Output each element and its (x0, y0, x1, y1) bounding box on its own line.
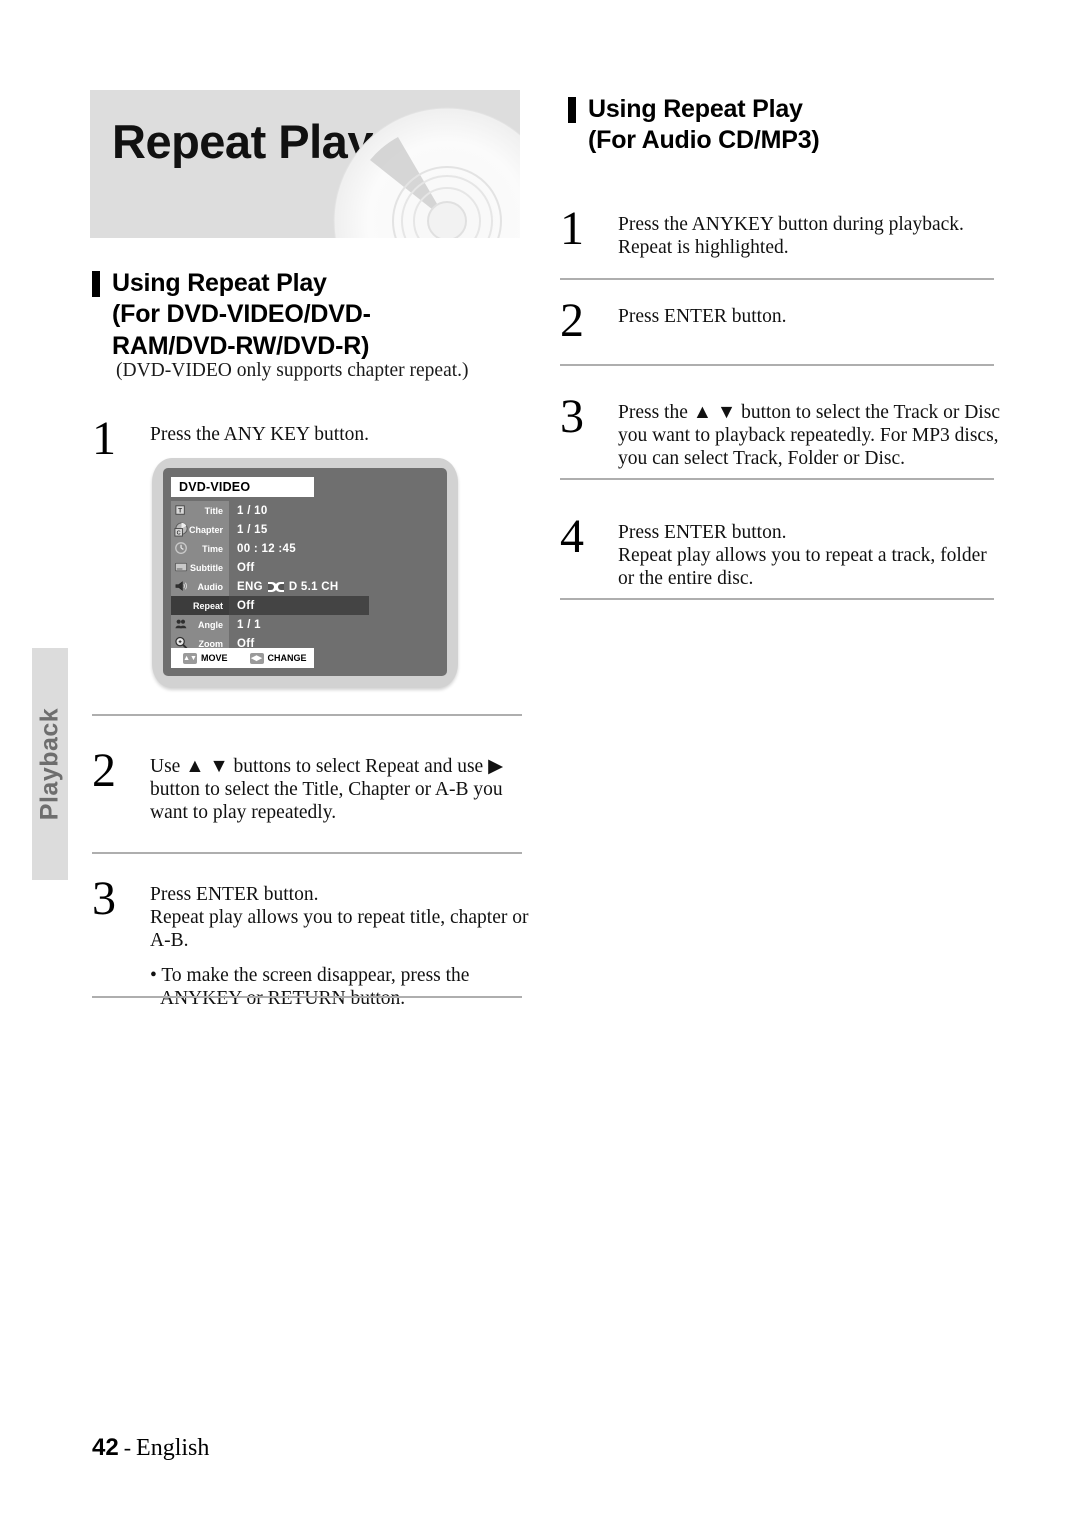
chapter-icon: C (174, 522, 188, 537)
tv-screen: DVD-VIDEO T Title 1 / 10 C Chapter 1 / 1… (163, 468, 447, 676)
right-divider-3 (560, 478, 994, 480)
osd-value-audio-format: D 5.1 CH (288, 580, 339, 593)
dolby-digital-icon (267, 581, 285, 593)
left-heading-line1: Using Repeat Play (112, 269, 327, 297)
right-heading-line2: (For Audio CD/MP3) (588, 126, 820, 155)
left-step-3-bullet: • To make the screen disappear, press th… (150, 965, 470, 1010)
osd-value-title: 1 / 10 (237, 504, 268, 517)
left-step-2-number: 2 (92, 744, 116, 797)
osd-row-angle[interactable]: Angle 1 / 1 (171, 615, 439, 634)
right-divider-2 (560, 364, 994, 366)
heading-marker-icon (92, 271, 100, 297)
right-step-2: 2 Press ENTER button. (560, 294, 1000, 347)
svg-text:T: T (178, 507, 182, 514)
osd-disc-type: DVD-VIDEO (171, 477, 314, 497)
osd-value-chapter: 1 / 15 (237, 523, 268, 536)
right-section-heading: Using Repeat Play (For Audio CD/MP3) (568, 94, 988, 157)
left-step-3-number: 3 (92, 872, 116, 925)
right-heading-line1: Using Repeat Play (588, 95, 803, 123)
osd-legend: ▲▼ MOVE ◀▶ CHANGE (171, 648, 314, 668)
right-step-3: 3 Press the ▲ ▼ button to select the Tra… (560, 390, 1000, 470)
osd-legend-move-label: MOVE (201, 653, 228, 663)
angle-icon (175, 619, 187, 629)
osd-screenshot: DVD-VIDEO T Title 1 / 10 C Chapter 1 / 1… (152, 458, 458, 688)
osd-value-subtitle: Off (237, 561, 255, 574)
osd-label-zoom: Zoom (198, 638, 224, 649)
osd-label-time: Time (202, 543, 223, 554)
title-icon: T (175, 505, 185, 515)
right-step-4-number: 4 (560, 510, 584, 563)
left-divider-3 (92, 996, 522, 998)
osd-value-angle: 1 / 1 (237, 618, 261, 631)
footer-page-number: 42 (92, 1434, 119, 1461)
updown-arrows-icon: ▲▼ (183, 652, 197, 664)
osd-row-audio[interactable]: Audio ENG D 5.1 CH (171, 577, 439, 596)
heading-marker-icon (568, 97, 576, 123)
left-step-1-text: Press the ANY KEY button. (150, 424, 370, 445)
left-section-heading: Using Repeat Play (For DVD-VIDEO/DVD-RAM… (92, 268, 492, 362)
right-step-4: 4 Press ENTER button. Repeat play allows … (560, 510, 1000, 590)
osd-row-repeat[interactable]: Repeat Off (171, 596, 439, 615)
osd-label-angle: Angle (197, 619, 223, 630)
osd-value-audio-lang: ENG (237, 580, 263, 593)
right-step-1-number: 1 (560, 202, 584, 255)
right-step-1-text: Press the ANYKEY button during playback.… (618, 214, 964, 258)
left-step-3-text: Press ENTER button. Repeat play allows yo… (150, 884, 529, 951)
right-step-3-text: Press the ▲ ▼ button to select the Track… (618, 402, 1000, 469)
footer-separator: - (123, 1435, 132, 1460)
osd-row-list: T Title 1 / 10 C Chapter 1 / 15 Time 00 … (171, 501, 439, 653)
osd-label-subtitle: Subtitle (190, 562, 223, 573)
leftright-arrows-icon: ◀▶ (249, 652, 264, 664)
osd-row-time[interactable]: Time 00 : 12 :45 (171, 539, 439, 558)
compact-disc-icon (333, 107, 520, 238)
page-banner: Repeat Play (90, 90, 520, 238)
osd-value-time: 00 : 12 :45 (237, 542, 296, 555)
right-step-2-text: Press ENTER button. (618, 306, 787, 327)
right-step-4-text: Press ENTER button. Repeat play allows yo… (618, 522, 987, 589)
osd-legend-move: ▲▼ MOVE (183, 652, 228, 664)
right-step-2-number: 2 (560, 294, 584, 347)
right-divider-4 (560, 598, 994, 600)
left-heading-line2: (For DVD-VIDEO/DVD-RAM/DVD-RW/DVD-R) (112, 300, 371, 360)
footer-language: English (136, 1435, 210, 1461)
left-heading-note: (DVD-VIDEO only supports chapter repeat.… (116, 360, 469, 381)
clock-icon (175, 542, 187, 554)
left-step-1: 1 Press the ANY KEY button. (92, 412, 522, 465)
osd-label-repeat: Repeat (192, 600, 223, 611)
osd-value-audio: ENG D 5.1 CH (229, 577, 369, 596)
osd-legend-change: ◀▶ CHANGE (249, 652, 307, 664)
osd-value-repeat: Off (229, 596, 369, 615)
speaker-icon (175, 581, 188, 591)
svg-text:C: C (177, 531, 181, 537)
section-tab-playback: Playback (32, 648, 68, 880)
osd-row-chapter[interactable]: C Chapter 1 / 15 (171, 520, 439, 539)
osd-legend-change-label: CHANGE (267, 653, 307, 663)
osd-row-subtitle[interactable]: Subtitle Off (171, 558, 439, 577)
left-step-2: 2 Use ▲ ▼ buttons to select Repeat and u… (92, 744, 532, 824)
right-divider-1 (560, 278, 994, 280)
osd-label-audio: Audio (197, 581, 224, 592)
osd-label-chapter: Chapter (188, 524, 223, 535)
left-step-2-text: Use ▲ ▼ buttons to select Repeat and use… (150, 756, 504, 823)
page-footer: 42 - English (92, 1434, 209, 1462)
left-step-1-number: 1 (92, 412, 116, 465)
section-tab-label: Playback (35, 707, 64, 821)
left-step-3: 3 Press ENTER button. Repeat play allows … (92, 872, 532, 1011)
right-step-3-number: 3 (560, 390, 584, 443)
left-divider-1 (92, 714, 522, 716)
osd-label-title: Title (204, 505, 223, 516)
left-divider-2 (92, 852, 522, 854)
osd-row-title[interactable]: T Title 1 / 10 (171, 501, 439, 520)
subtitle-icon (174, 562, 188, 572)
right-step-1: 1 Press the ANYKEY button during playbac… (560, 202, 1000, 260)
